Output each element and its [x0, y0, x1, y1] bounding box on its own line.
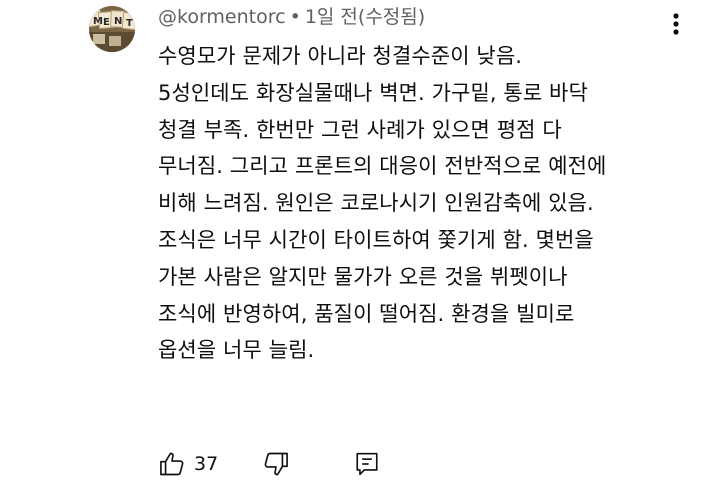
comment-body: 수영모가 문제가 아니라 청결수준이 낮음. 5성인데도 화장실물때나 벽면. …: [158, 38, 698, 369]
comment-line: 가본 사람은 알지만 물가가 오른 것을 뷔펫이나: [158, 264, 568, 289]
like-count: 37: [194, 453, 219, 475]
comment-timestamp[interactable]: 1일 전(수정됨): [305, 6, 425, 28]
avatar-letter: N: [114, 16, 122, 27]
comment-line: 청결 부족. 한번만 그런 사례가 있으면 평점 다: [158, 117, 562, 142]
comment-line: 5성인데도 화장실물때나 벽면. 가구밑, 통로 바닥: [158, 80, 588, 105]
comment-line: 비해 느려짐. 원인은 코로나시기 인원감축에 있음.: [158, 191, 594, 216]
comment-line: 조식은 너무 시간이 타이트하여 쫓기게 함. 몇번을: [158, 227, 594, 252]
author-name[interactable]: @kormentorc: [158, 6, 286, 28]
reply-icon: [356, 452, 378, 476]
avatar[interactable]: M E N T: [89, 6, 135, 52]
avatar-letter: T: [126, 18, 133, 29]
reply-button[interactable]: [354, 451, 380, 477]
more-actions-button[interactable]: [662, 8, 690, 40]
comment-actions: 37: [158, 446, 380, 482]
comment-line: 무너짐. 그리고 프론트의 대응이 전반적으로 예전에: [158, 154, 607, 179]
comment: M E N T @kormentorc • 1일 전(수정됨) 수영모가 문제가 아…: [0, 0, 720, 484]
avatar-letter: M: [93, 16, 103, 27]
header-separator: •: [289, 6, 301, 28]
like-button[interactable]: 37: [158, 450, 218, 478]
comment-line: 조식에 반영하여, 품질이 떨어짐. 환경을 빌미로: [158, 301, 575, 326]
thumb-down-icon: [264, 452, 289, 476]
comment-line: 수영모가 문제가 아니라 청결수준이 낮음.: [158, 44, 523, 68]
avatar-image: M E N T: [89, 6, 135, 52]
more-vert-icon: [673, 13, 679, 35]
thumb-up-icon: [160, 452, 184, 476]
comment-line: 옵션을 너무 늘림.: [158, 338, 315, 363]
comment-header: @kormentorc • 1일 전(수정됨): [158, 4, 425, 30]
avatar-letter: E: [103, 17, 110, 28]
dislike-button[interactable]: [262, 450, 290, 478]
